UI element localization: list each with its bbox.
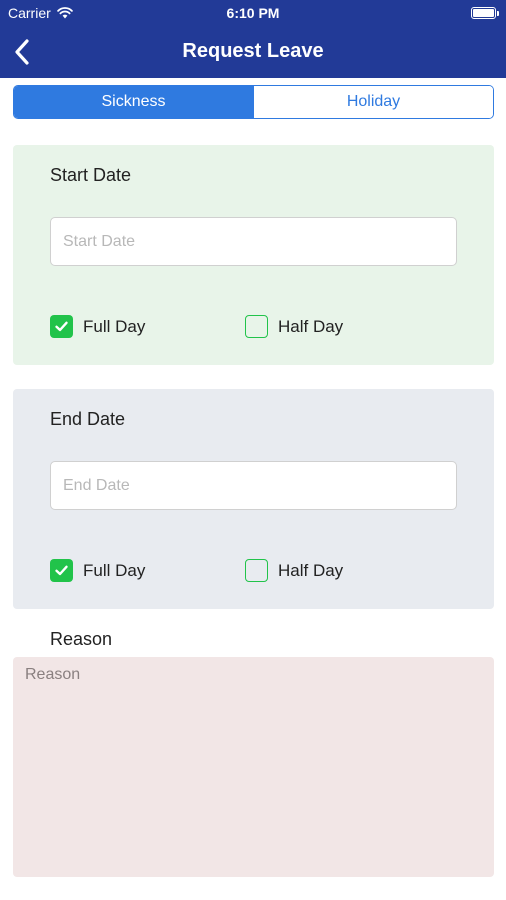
checkbox-checked-icon — [50, 315, 73, 338]
status-bar: Carrier 6:10 PM — [0, 0, 506, 26]
tab-sickness[interactable]: Sickness — [14, 86, 253, 118]
start-half-day-checkbox[interactable]: Half Day — [245, 315, 343, 338]
end-full-day-checkbox[interactable]: Full Day — [50, 559, 145, 582]
end-half-day-label: Half Day — [278, 560, 344, 580]
end-full-day-label: Full Day — [83, 560, 146, 580]
end-date-card: End Date Full Day Half Day — [13, 389, 494, 609]
reason-field[interactable] — [13, 657, 494, 877]
start-full-day-checkbox[interactable]: Full Day — [50, 315, 145, 338]
battery-icon — [471, 7, 499, 19]
checkbox-unchecked-icon — [245, 559, 268, 582]
reason-label: Reason — [50, 629, 113, 649]
status-time: 6:10 PM — [226, 5, 280, 21]
page-title: Request Leave — [182, 40, 324, 62]
start-date-field[interactable] — [50, 217, 457, 266]
start-date-label: Start Date — [50, 165, 132, 185]
start-date-card: Start Date Full Day Half Day — [13, 145, 494, 365]
end-half-day-checkbox[interactable]: Half Day — [245, 559, 343, 582]
start-full-day-label: Full Day — [83, 316, 146, 336]
checkbox-checked-icon — [50, 559, 73, 582]
nav-bar: Carrier 6:10 PM Request Leave — [0, 0, 506, 78]
start-half-day-label: Half Day — [278, 316, 344, 336]
checkbox-unchecked-icon — [245, 315, 268, 338]
tab-holiday[interactable]: Holiday — [253, 86, 493, 118]
leave-type-segmented-control: Sickness Holiday — [13, 85, 494, 119]
end-date-field[interactable] — [50, 461, 457, 510]
end-date-label: End Date — [50, 409, 126, 429]
